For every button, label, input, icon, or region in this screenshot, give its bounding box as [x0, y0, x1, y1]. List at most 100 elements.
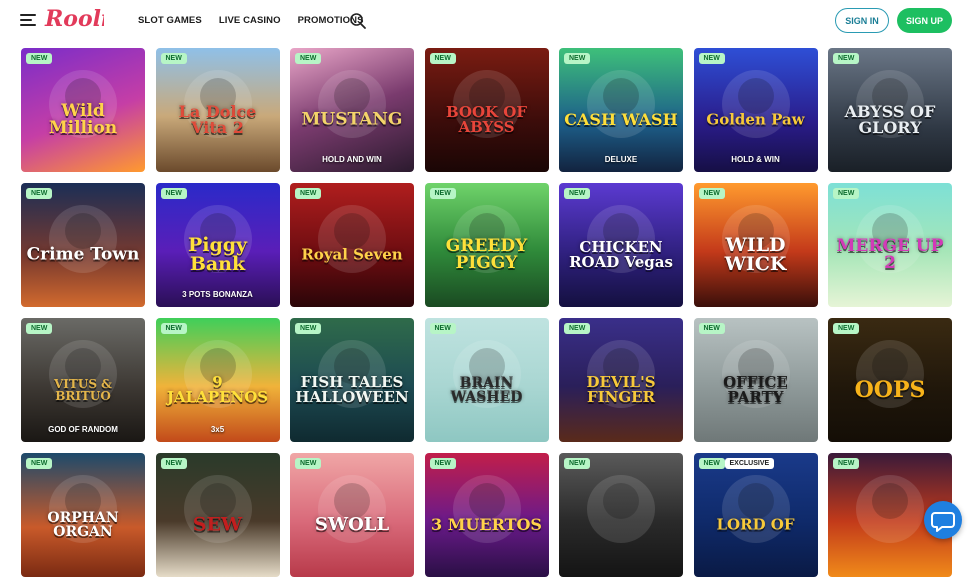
game-title: MUSTANG [301, 109, 403, 130]
game-title: MERGE UP 2 [836, 235, 944, 273]
game-tile[interactable]: NEW SWOLL [290, 453, 414, 577]
new-badge: NEW [833, 188, 860, 199]
game-title: BRAIN WASHED [450, 374, 523, 405]
new-badge: NEW [295, 323, 322, 334]
game-subtitle: DELUXE [604, 155, 638, 164]
game-title: WILD WICK [724, 233, 787, 275]
game-tile[interactable]: NEW EXCLUSIVE LORD OF [693, 453, 818, 577]
nav-live-casino[interactable]: LIVE CASINO [219, 15, 281, 26]
new-badge: NEW [26, 323, 53, 334]
game-title: SEW [192, 513, 243, 536]
game-title: Golden Paw [706, 110, 805, 129]
game-subtitle: 3x5 [210, 425, 225, 434]
game-tile[interactable]: NEW GREEDY PIGGY [424, 183, 549, 307]
chat-icon [931, 512, 955, 532]
game-tile[interactable]: NEW BOOK OF ABYSS [424, 48, 549, 172]
new-badge: NEW [26, 188, 53, 199]
game-title: ORPHAN ORGAN [47, 509, 119, 540]
game-title: Crime Town [26, 244, 140, 265]
game-title: LORD OF [716, 515, 795, 534]
game-subtitle: GOD OF RANDOM [48, 425, 118, 434]
game-tile[interactable]: NEW Golden Paw HOLD & WIN [693, 48, 818, 172]
game-title: ABYSS OF GLORY [844, 101, 936, 137]
game-title: La Dolce Vita 2 [178, 101, 257, 137]
rooli-logo[interactable]: Rooli [44, 2, 104, 36]
game-title: CASH WASH [564, 109, 678, 129]
sign-up-button[interactable]: SIGN UP [897, 8, 952, 33]
game-title: FISH TALES HALLOWEEN [295, 372, 409, 406]
game-title: 9 JALAPENOS [166, 372, 269, 406]
new-badge: NEW [564, 53, 591, 64]
search-icon[interactable] [349, 12, 367, 30]
exclusive-badge: EXCLUSIVE [724, 458, 775, 469]
sign-in-button[interactable]: SIGN IN [835, 8, 889, 33]
game-tile[interactable]: NEW Wild Million [21, 48, 145, 172]
game-art [872, 483, 908, 519]
chat-button[interactable] [924, 501, 962, 539]
game-tile[interactable]: NEW 9 JALAPENOS 3x5 [155, 318, 280, 442]
new-badge: NEW [429, 188, 456, 199]
game-tile[interactable]: NEW Crime Town [21, 183, 145, 307]
game-art [737, 483, 774, 519]
new-badge: NEW [160, 53, 187, 64]
game-tile[interactable]: NEW BRAIN WASHED [424, 318, 549, 442]
game-art [468, 483, 505, 519]
game-tile[interactable]: NEW OFFICE PARTY [693, 318, 818, 442]
new-badge: NEW [564, 458, 591, 469]
game-tile[interactable]: NEW ORPHAN ORGAN [21, 453, 145, 577]
game-title: OOPS [854, 376, 926, 403]
game-tile[interactable]: NEW Royal Seven [290, 183, 414, 307]
game-tile[interactable]: NEW FISH TALES HALLOWEEN [290, 318, 414, 442]
new-badge: NEW [429, 323, 456, 334]
game-grid: NEW Wild Million NEW La Dolce Vita 2 NEW MUST… [21, 48, 952, 577]
game-subtitle: HOLD & WIN [731, 155, 780, 164]
game-title: GREEDY PIGGY [445, 235, 528, 273]
game-art [603, 78, 639, 114]
new-badge: NEW [160, 323, 187, 334]
new-badge: NEW [429, 458, 456, 469]
game-title: CHICKEN ROAD Vegas [569, 237, 673, 271]
game-tile[interactable]: NEW CASH WASH DELUXE [559, 48, 683, 172]
game-tile[interactable]: NEW [559, 453, 683, 577]
game-tile[interactable]: NEW ABYSS OF GLORY [828, 48, 952, 172]
game-tile[interactable]: NEW La Dolce Vita 2 [155, 48, 280, 172]
game-title: 3 MUERTOS [431, 514, 542, 534]
game-subtitle: 3 POTS BONANZA [182, 290, 253, 299]
new-badge: NEW [26, 458, 53, 469]
nav-slot-games[interactable]: SLOT GAMES [138, 15, 202, 26]
new-badge: NEW [160, 188, 187, 199]
game-tile[interactable]: NEW Piggy Bank 3 POTS BONANZA [155, 183, 280, 307]
main-nav: SLOT GAMES LIVE CASINO PROMOTIONS [138, 15, 364, 26]
game-tile[interactable]: NEW CHICKEN ROAD Vegas [559, 183, 683, 307]
game-title: DEVIL'S FINGER [586, 372, 656, 406]
game-title: OFFICE PARTY [723, 372, 788, 406]
game-subtitle: HOLD AND WIN [322, 155, 382, 164]
new-badge: NEW [698, 323, 725, 334]
game-title: BOOK OF ABYSS [445, 102, 528, 136]
game-title: Wild Million [48, 100, 118, 138]
new-badge: NEW [295, 458, 322, 469]
logo-text: Rooli [44, 6, 104, 32]
new-badge: NEW [295, 53, 322, 64]
new-badge: NEW [698, 458, 725, 469]
menu-icon[interactable] [20, 14, 36, 26]
game-tile[interactable]: NEW MUSTANG HOLD AND WIN [290, 48, 414, 172]
new-badge: NEW [698, 53, 725, 64]
game-tile[interactable]: NEW SEW [155, 453, 280, 577]
game-title: SWOLL [314, 513, 390, 535]
game-tile[interactable]: NEW VITUS & BRITUO GOD OF RANDOM [21, 318, 145, 442]
game-title: VITUS & BRITUO [54, 376, 112, 403]
new-badge: NEW [429, 53, 456, 64]
game-tile[interactable]: NEW 3 MUERTOS [424, 453, 549, 577]
new-badge: NEW [295, 188, 322, 199]
game-title: Piggy Bank [187, 233, 248, 275]
game-tile[interactable]: NEW WILD WICK [693, 183, 818, 307]
new-badge: NEW [833, 458, 860, 469]
game-tile[interactable]: NEW MERGE UP 2 [828, 183, 952, 307]
new-badge: NEW [160, 458, 187, 469]
game-tile[interactable]: NEW DEVIL'S FINGER [559, 318, 683, 442]
game-art [334, 213, 370, 249]
game-tile[interactable]: NEW OOPS [828, 318, 952, 442]
game-title: Royal Seven [301, 245, 403, 264]
game-art [737, 78, 774, 114]
